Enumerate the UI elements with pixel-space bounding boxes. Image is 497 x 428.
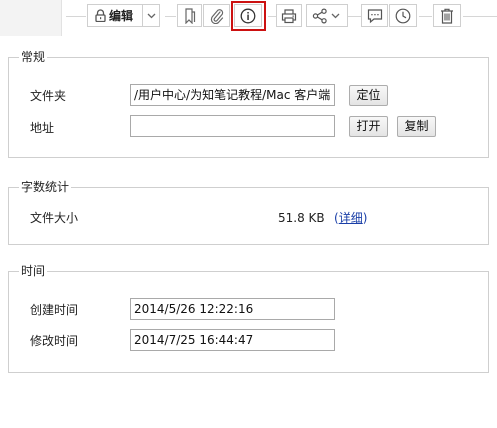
toolbar-divider	[268, 16, 276, 17]
trash-icon	[440, 8, 454, 24]
copy-button[interactable]: 复制	[397, 116, 436, 137]
time-group: 时间 创建时间 2014/5/26 12:22:16 修改时间 2014/7/2…	[8, 263, 489, 373]
delete-button[interactable]	[433, 4, 461, 27]
edit-dropdown-button[interactable]	[143, 4, 160, 27]
bookmark-button[interactable]	[177, 4, 202, 27]
attachment-button[interactable]	[203, 4, 230, 27]
toolbar-divider	[348, 16, 361, 17]
locate-button[interactable]: 定位	[349, 85, 388, 106]
print-icon	[281, 8, 297, 24]
info-button-highlight	[231, 1, 266, 31]
edit-button-label: 编辑	[109, 9, 134, 23]
chevron-down-icon	[331, 13, 340, 19]
general-group: 常规 文件夹 /用户中心/为知笔记教程/Mac 客户端 定位 地址 打开 复制	[8, 49, 489, 158]
created-time-label: 创建时间	[30, 303, 79, 317]
bookmark-icon	[184, 7, 196, 24]
address-field[interactable]	[130, 115, 335, 137]
word-count-group: 字数统计 文件大小 51.8 KB (详细)	[8, 179, 489, 245]
modified-time-field[interactable]: 2014/7/25 16:44:47	[130, 329, 335, 351]
clock-icon	[395, 8, 411, 24]
toolbar-divider	[463, 16, 497, 17]
print-button[interactable]	[276, 4, 302, 27]
comment-icon	[367, 8, 383, 24]
detail-link[interactable]: (详细)	[334, 210, 367, 226]
general-group-title: 常规	[19, 49, 48, 65]
modified-time-label: 修改时间	[30, 334, 79, 348]
toolbar: 编辑	[0, 0, 497, 36]
edit-button[interactable]: 编辑	[87, 4, 143, 27]
toolbar-divider	[66, 16, 86, 17]
file-size-value: 51.8 KB	[278, 211, 325, 225]
attachment-icon	[210, 8, 224, 24]
word-count-group-title: 字数统计	[19, 179, 72, 195]
file-size-label: 文件大小	[30, 211, 79, 225]
detail-link-text: 详细	[338, 211, 363, 225]
created-time-field[interactable]: 2014/5/26 12:22:16	[130, 298, 335, 320]
folder-label: 文件夹	[30, 89, 67, 103]
history-button[interactable]	[389, 4, 417, 27]
toolbar-left-panel	[0, 0, 62, 36]
comment-button[interactable]	[361, 4, 388, 27]
toolbar-divider	[165, 16, 176, 17]
address-label: 地址	[30, 121, 55, 135]
time-group-title: 时间	[19, 263, 48, 279]
open-button[interactable]: 打开	[349, 116, 388, 137]
share-icon	[312, 8, 328, 24]
folder-path-field[interactable]: /用户中心/为知笔记教程/Mac 客户端	[130, 84, 335, 106]
toolbar-divider	[419, 16, 432, 17]
chevron-down-icon	[147, 13, 156, 19]
share-button[interactable]	[306, 4, 348, 27]
lock-icon	[95, 9, 106, 22]
